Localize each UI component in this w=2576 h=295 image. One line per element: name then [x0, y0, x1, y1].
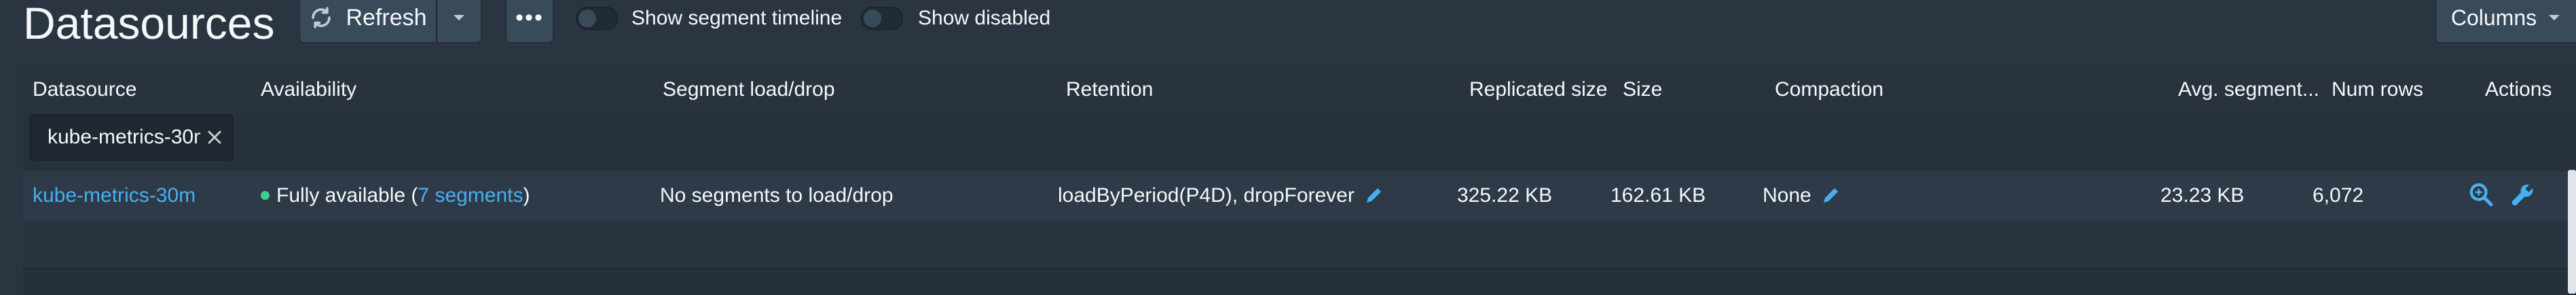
more-icon: •••: [515, 4, 544, 31]
column-header-segment-load-drop[interactable]: Segment load/drop: [663, 77, 835, 102]
caret-down-icon: [2549, 15, 2560, 20]
compaction-text: None: [1763, 184, 1811, 207]
column-header-compaction[interactable]: Compaction: [1775, 77, 1883, 102]
left-gutter: [0, 65, 23, 294]
show-disabled-label: Show disabled: [918, 7, 1051, 29]
column-header-replicated-size[interactable]: Replicated size: [1469, 77, 1607, 102]
availability-text: Fully available (: [276, 184, 418, 207]
toggle-knob: [864, 10, 881, 27]
vertical-scrollbar[interactable]: [2568, 170, 2576, 294]
caret-down-icon: [454, 15, 464, 20]
compaction-cell: None: [1763, 184, 1841, 208]
column-header-num-rows[interactable]: Num rows: [2332, 77, 2423, 102]
retention-text: loadByPeriod(P4D), dropForever: [1058, 184, 1355, 207]
size-cell: 162.61 KB: [1611, 184, 1706, 207]
availability-suffix: ): [523, 184, 530, 207]
column-header-retention[interactable]: Retention: [1066, 77, 1153, 102]
table-empty-row: [23, 220, 2576, 268]
datasource-link[interactable]: kube-metrics-30m: [33, 184, 196, 208]
avg-segment-cell: 23.23 KB: [2160, 184, 2245, 207]
replicated-size-cell: 325.22 KB: [1457, 184, 1553, 207]
refresh-button[interactable]: Refresh: [300, 0, 436, 42]
segment-timeline-label: Show segment timeline: [631, 7, 843, 29]
filter-row: [23, 114, 2576, 172]
num-rows-cell: 6,072: [2313, 184, 2364, 207]
refresh-options-button[interactable]: [437, 0, 481, 42]
refresh-icon: [312, 7, 331, 29]
table-row: kube-metrics-30m Fully available (7 segm…: [23, 171, 2576, 220]
datasources-table: Datasource Availability Segment load/dro…: [23, 65, 2576, 295]
close-icon[interactable]: [207, 130, 222, 145]
status-dot-icon: [261, 190, 270, 200]
column-header-actions: Actions: [2485, 78, 2552, 101]
column-header-avg-segment[interactable]: Avg. segment...: [2178, 77, 2319, 102]
search-icon[interactable]: [2467, 181, 2495, 208]
datasource-filter-input[interactable]: kube-metrics-30m: [30, 114, 234, 160]
column-header-size[interactable]: Size: [1623, 77, 1662, 102]
page-title: Datasources: [23, 0, 275, 48]
show-disabled-toggle[interactable]: [861, 7, 903, 30]
table-empty-row: [23, 268, 2576, 295]
column-header-availability[interactable]: Availability: [261, 77, 356, 102]
more-button[interactable]: •••: [507, 0, 553, 42]
segment-load-drop-cell: No segments to load/drop: [660, 184, 894, 207]
actions-cell: [2467, 181, 2537, 214]
column-header-datasource[interactable]: Datasource: [33, 77, 136, 102]
segment-timeline-toggle[interactable]: [576, 7, 618, 30]
edit-icon[interactable]: [1821, 185, 1841, 205]
columns-label: Columns: [2450, 5, 2537, 30]
table-header: Datasource Availability Segment load/dro…: [23, 65, 2576, 115]
refresh-label: Refresh: [346, 4, 427, 31]
filter-value: kube-metrics-30m: [48, 126, 200, 148]
availability-cell: Fully available (7 segments): [261, 184, 530, 208]
edit-icon[interactable]: [1364, 185, 1384, 205]
retention-cell: loadByPeriod(P4D), dropForever: [1058, 184, 1384, 208]
toggle-knob: [578, 10, 596, 27]
segments-link[interactable]: 7 segments: [418, 184, 523, 207]
wrench-icon[interactable]: [2509, 181, 2537, 208]
columns-button[interactable]: Columns: [2436, 0, 2576, 42]
